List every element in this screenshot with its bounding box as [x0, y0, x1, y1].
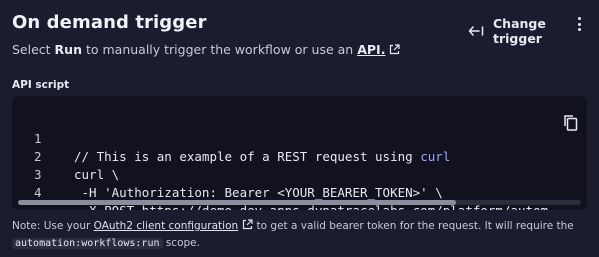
- code-line: 4 -X POST https://demo.dev.apps.dynatrac…: [12, 166, 587, 210]
- change-trigger-button[interactable]: Change trigger: [468, 16, 587, 46]
- change-trigger-label: Change trigger: [493, 16, 546, 46]
- note-text: Note: Use your OAuth2 client configurati…: [12, 218, 587, 252]
- code-line: 2 curl \: [12, 130, 587, 182]
- note-prefix: Note: Use your: [12, 220, 94, 232]
- arrow-left-icon: [468, 24, 484, 38]
- trigger-description: Select Run to manually trigger the workf…: [12, 42, 401, 57]
- scope-code: automation:workflows:run: [12, 238, 163, 249]
- code-line: 3 -H 'Authorization: Bearer <YOUR_BEARER…: [12, 148, 587, 200]
- subtitle-prefix: Select: [12, 42, 55, 57]
- trigger-header: On demand trigger Change trigger: [12, 10, 587, 46]
- api-script-code-block: 1 // This is an example of a REST reques…: [12, 96, 587, 210]
- api-script-label: API script: [12, 79, 70, 91]
- horizontal-scrollbar[interactable]: [18, 200, 581, 205]
- oauth2-link[interactable]: OAuth2 client configuration: [94, 220, 239, 232]
- page-title: On demand trigger: [12, 12, 207, 33]
- note-middle: to get a valid bearer token for the requ…: [253, 220, 574, 232]
- code-lines: 1 // This is an example of a REST reques…: [12, 112, 587, 210]
- kebab-menu-icon[interactable]: [575, 15, 583, 33]
- external-link-icon: [243, 219, 253, 230]
- note-suffix: scope.: [162, 237, 200, 249]
- scrollbar-thumb[interactable]: [18, 200, 456, 205]
- run-label: Run: [54, 42, 82, 57]
- copy-icon[interactable]: [563, 114, 579, 132]
- external-link-icon: [390, 44, 401, 55]
- code-line: 1 // This is an example of a REST reques…: [12, 112, 587, 164]
- api-link[interactable]: API.: [357, 42, 385, 57]
- subtitle-middle: to manually trigger the workflow or use …: [81, 42, 358, 57]
